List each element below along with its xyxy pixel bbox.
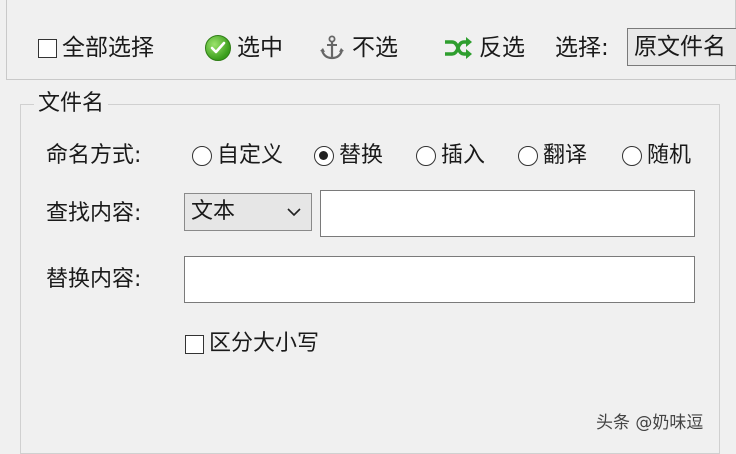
filename-group-title: 文件名 [34,86,109,122]
radio-insert-label: 插入 [441,143,486,168]
watermark: 头条 @奶味逗 [596,413,704,433]
chevron-down-icon [287,208,301,217]
choose-label: 选择: [555,35,609,61]
select-button[interactable]: 选中 [205,30,283,66]
radio-replace-circle[interactable] [314,146,334,166]
radio-insert-circle[interactable] [416,146,436,166]
check-circle-icon [205,35,231,61]
select-all-checkbox[interactable]: 全部选择 [38,30,154,66]
find-type-value: 文本 [191,199,236,224]
radio-replace-label: 替换 [339,143,384,168]
case-sensitive-checkbox-box[interactable] [185,334,204,354]
radio-random-label: 随机 [647,143,692,168]
choose-label-wrap: 选择: [555,30,609,66]
naming-method-label: 命名方式: [46,143,142,168]
radio-random[interactable]: 随机 [622,138,691,174]
radio-custom-circle[interactable] [192,146,212,166]
radio-translate-label: 翻译 [543,143,588,168]
find-content-input[interactable] [320,190,695,237]
radio-translate-circle[interactable] [518,146,538,166]
radio-custom[interactable]: 自定义 [192,138,283,174]
find-type-dropdown[interactable]: 文本 [184,193,312,231]
case-sensitive-checkbox[interactable]: 区分大小写 [185,326,319,362]
deselect-label: 不选 [352,35,398,61]
select-all-label: 全部选择 [62,35,154,61]
choose-select[interactable]: 原文件名 [627,28,736,66]
radio-translate[interactable]: 翻译 [518,138,587,174]
invert-label: 反选 [479,35,525,61]
replace-content-input[interactable] [184,256,695,303]
deselect-button[interactable]: 不选 [318,30,398,66]
select-label: 选中 [237,35,283,61]
radio-custom-label: 自定义 [217,143,284,168]
radio-insert[interactable]: 插入 [416,138,485,174]
radio-random-circle[interactable] [622,146,642,166]
shuffle-icon [445,37,472,59]
radio-replace[interactable]: 替换 [314,138,383,174]
replace-content-label: 替换内容: [46,267,142,292]
anchor-icon [320,35,344,60]
case-sensitive-label: 区分大小写 [209,331,320,356]
find-content-label: 查找内容: [46,201,142,226]
select-all-checkbox-box[interactable] [38,38,57,58]
invert-selection-button[interactable]: 反选 [443,30,525,66]
